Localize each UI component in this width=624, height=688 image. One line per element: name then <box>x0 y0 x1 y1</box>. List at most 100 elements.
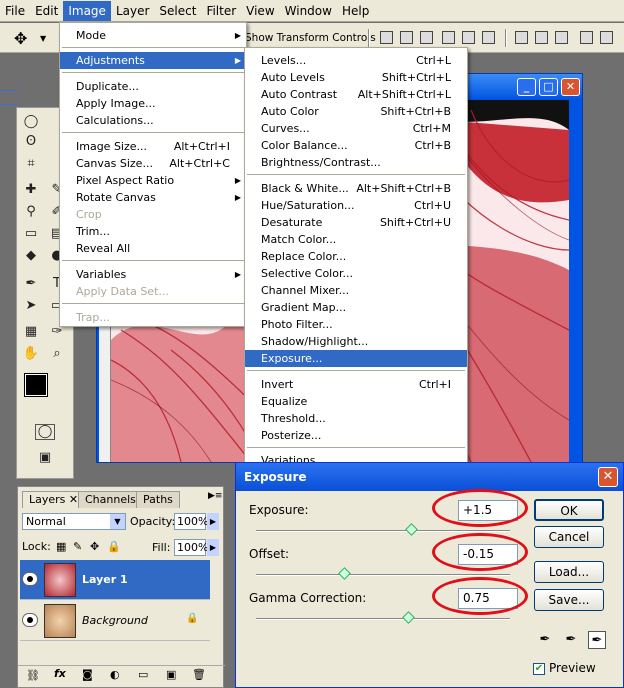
quick-mask-icon[interactable]: ◯ <box>35 424 55 440</box>
minimize-button[interactable]: _ <box>517 78 536 96</box>
align-hcenter-icon[interactable] <box>462 31 475 44</box>
menu-item-photo-filter[interactable]: Photo Filter... <box>245 316 467 333</box>
distribute-vcenter-icon[interactable] <box>535 31 548 44</box>
exposure-slider-thumb[interactable] <box>405 523 418 536</box>
align-bottom-icon[interactable] <box>420 31 433 44</box>
new-layer-icon[interactable]: ▣ <box>166 668 176 681</box>
menu-help[interactable]: Help <box>337 1 374 21</box>
close-icon[interactable]: ✕ <box>598 467 618 487</box>
gamma-slider[interactable] <box>256 618 510 620</box>
menu-item-invert[interactable]: Invert Ctrl+I <box>245 376 467 393</box>
menu-item-shadow-highlight[interactable]: Shadow/Highlight... <box>245 333 467 350</box>
close-tab-icon[interactable]: ✕ <box>69 493 78 506</box>
lock-position-icon[interactable]: ✥ <box>90 540 99 553</box>
white-eyedropper-icon[interactable]: ✒ <box>588 631 606 649</box>
layer-row[interactable]: Background 🔒 <box>20 601 210 641</box>
menu-item-apply-image[interactable]: Apply Image... <box>60 95 246 112</box>
layer-mask-icon[interactable]: ◙ <box>82 668 93 681</box>
offset-slider[interactable] <box>256 574 510 576</box>
menu-filter[interactable]: Filter <box>201 1 241 21</box>
exposure-slider[interactable] <box>256 530 510 532</box>
panel-menu-icon[interactable]: ▶≡ <box>208 491 222 501</box>
gamma-slider-thumb[interactable] <box>402 611 415 624</box>
delete-layer-icon[interactable]: 🗑 <box>192 668 206 681</box>
menu-item-auto-contrast[interactable]: Auto Contrast Alt+Shift+Ctrl+L <box>245 86 467 103</box>
align-vcenter-icon[interactable] <box>400 31 413 44</box>
menu-view[interactable]: View <box>241 1 279 21</box>
menu-item-match-color[interactable]: Match Color... <box>245 231 467 248</box>
blur-tool-icon[interactable]: ◆ <box>21 246 41 266</box>
menu-item-black-white[interactable]: Black & White... Alt+Shift+Ctrl+B <box>245 180 467 197</box>
menu-item-rotate-canvas[interactable]: Rotate Canvas ▶ <box>60 189 246 206</box>
menu-item-selective-color[interactable]: Selective Color... <box>245 265 467 282</box>
cancel-button[interactable]: Cancel <box>534 526 604 548</box>
path-selection-icon[interactable]: ➤ <box>21 296 41 316</box>
menu-item-exposure[interactable]: Exposure... <box>245 350 467 367</box>
stamp-tool-icon[interactable]: ⚲ <box>21 202 41 222</box>
eraser-tool-icon[interactable]: ▭ <box>21 224 41 244</box>
maximize-button[interactable]: □ <box>539 78 558 96</box>
menu-layer[interactable]: Layer <box>111 1 154 21</box>
menu-file[interactable]: File <box>0 1 30 21</box>
close-window-button[interactable]: ✕ <box>561 78 580 96</box>
menu-item-curves[interactable]: Curves... Ctrl+M <box>245 120 467 137</box>
marquee-tool-icon[interactable]: ◯ <box>21 112 41 132</box>
menu-item-trim[interactable]: Trim... <box>60 223 246 240</box>
distribute-top-icon[interactable] <box>515 31 528 44</box>
layer-row[interactable]: Layer 1 <box>20 560 210 600</box>
menu-item-duplicate[interactable]: Duplicate... <box>60 78 246 95</box>
menu-item-mode[interactable]: Mode ▶ <box>60 27 246 44</box>
blend-mode-select[interactable]: Normal ▼ <box>22 513 126 530</box>
tab-layers[interactable]: Layers ✕ <box>22 491 86 508</box>
menu-item-reveal-all[interactable]: Reveal All <box>60 240 246 257</box>
menu-item-levels[interactable]: Levels... Ctrl+L <box>245 52 467 69</box>
show-transform-controls-label[interactable]: Show Transform Controls <box>245 32 376 44</box>
fill-arrow-icon[interactable]: ▶ <box>207 539 219 556</box>
notes-tool-icon[interactable]: ▦ <box>21 322 41 342</box>
visibility-eye-icon[interactable] <box>22 572 38 586</box>
healing-tool-icon[interactable]: ✚ <box>21 180 41 200</box>
menu-item-canvas-size[interactable]: Canvas Size... Alt+Ctrl+C <box>60 155 246 172</box>
align-left-icon[interactable] <box>442 31 455 44</box>
lock-all-icon[interactable]: 🔒 <box>107 540 121 553</box>
save-button[interactable]: Save... <box>534 589 604 611</box>
menu-item-posterize[interactable]: Posterize... <box>245 427 467 444</box>
adjustment-layer-icon[interactable]: ◐ <box>110 668 120 681</box>
tab-paths[interactable]: Paths <box>136 491 180 508</box>
lock-pixels-icon[interactable]: ✎ <box>73 540 82 553</box>
menu-item-desaturate[interactable]: Desaturate Shift+Ctrl+U <box>245 214 467 231</box>
menu-item-hue-saturation[interactable]: Hue/Saturation... Ctrl+U <box>245 197 467 214</box>
menu-item-pixel-aspect-ratio[interactable]: Pixel Aspect Ratio ▶ <box>60 172 246 189</box>
lock-transparency-icon[interactable]: ▦ <box>56 540 66 553</box>
visibility-eye-icon[interactable] <box>22 613 38 627</box>
crop-tool-icon[interactable]: ⌗ <box>21 154 41 174</box>
gray-eyedropper-icon[interactable]: ✒ <box>562 631 580 649</box>
align-right-icon[interactable] <box>482 31 495 44</box>
menu-item-adjustments[interactable]: Adjustments ▶ <box>60 52 246 69</box>
menu-item-threshold[interactable]: Threshold... <box>245 410 467 427</box>
hand-tool-icon[interactable]: ✋ <box>21 344 41 364</box>
lasso-tool-icon[interactable]: ʘ <box>21 132 41 152</box>
load-button[interactable]: Load... <box>534 561 604 583</box>
pen-tool-icon[interactable]: ✒ <box>21 274 41 294</box>
layer-name[interactable]: Background <box>82 614 148 627</box>
tool-preset-dropdown-icon[interactable]: ▼ <box>40 34 46 43</box>
menu-item-equalize[interactable]: Equalize <box>245 393 467 410</box>
menu-select[interactable]: Select <box>154 1 201 21</box>
menu-window[interactable]: Window <box>280 1 337 21</box>
menu-item-variables[interactable]: Variables ▶ <box>60 266 246 283</box>
new-group-icon[interactable]: ▭ <box>138 668 148 681</box>
link-layers-icon[interactable]: ⛓ <box>26 669 40 682</box>
menu-item-brightness-contrast[interactable]: Brightness/Contrast... <box>245 154 467 171</box>
menu-item-color-balance[interactable]: Color Balance... Ctrl+B <box>245 137 467 154</box>
fill-input[interactable]: 100% <box>174 539 208 556</box>
layer-name[interactable]: Layer 1 <box>82 573 128 586</box>
zoom-tool-icon[interactable]: ⌕ <box>47 344 67 364</box>
menu-item-auto-levels[interactable]: Auto Levels Shift+Ctrl+L <box>245 69 467 86</box>
foreground-color-swatch[interactable] <box>24 373 48 397</box>
menu-edit[interactable]: Edit <box>30 1 63 21</box>
black-eyedropper-icon[interactable]: ✒ <box>536 631 554 649</box>
preview-checkbox[interactable]: ✔ <box>533 663 545 675</box>
move-tool-icon[interactable]: ✥ <box>14 29 27 48</box>
distribute-hcenter-icon[interactable] <box>600 31 613 44</box>
